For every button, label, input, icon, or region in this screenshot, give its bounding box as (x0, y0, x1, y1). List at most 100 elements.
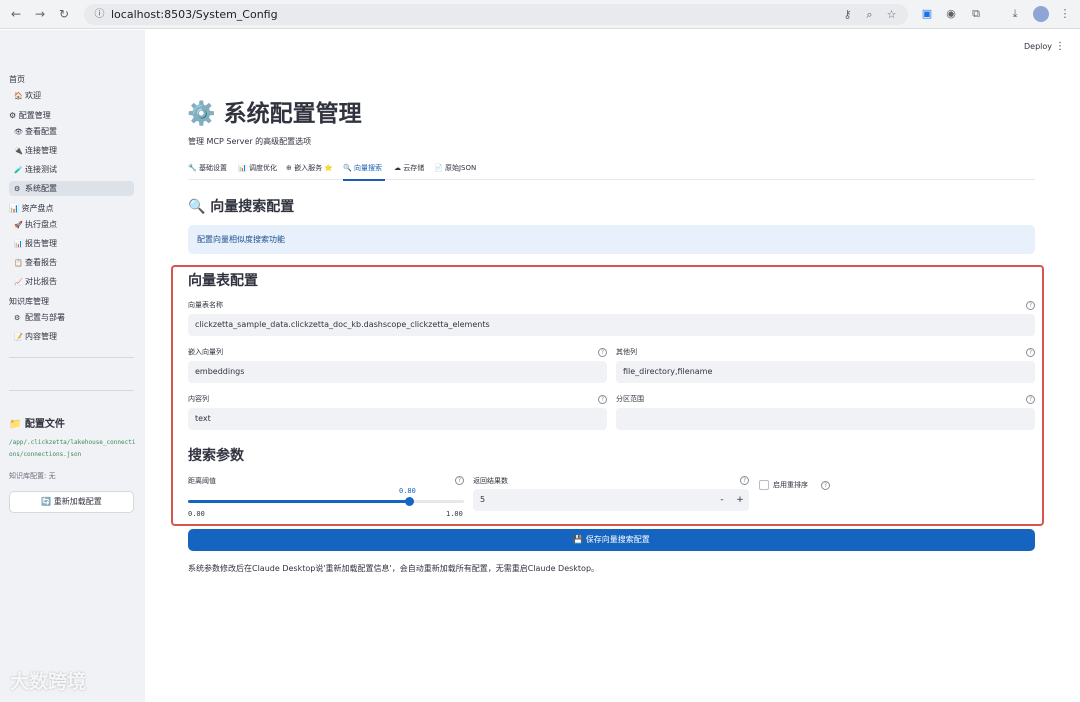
increment-button[interactable]: + (733, 489, 747, 511)
slider-handle[interactable] (405, 497, 414, 506)
help-icon[interactable]: ? (1026, 301, 1035, 310)
tab-scheduling[interactable]: 📊 调度优化 (238, 163, 277, 173)
slider-value: 0.80 (399, 487, 416, 495)
help-icon[interactable]: ? (455, 476, 464, 485)
sidebar-item-connections[interactable]: 🔌 连接管理 (9, 143, 134, 158)
page-title: ⚙️ 系统配置管理 (187, 101, 362, 127)
translate-extension-icon[interactable]: ▣ (919, 6, 935, 22)
eye-icon: 👁 (14, 128, 23, 136)
page-subtitle: 管理 MCP Server 的高级配置选项 (188, 137, 312, 146)
sidebar-item-label: 连接管理 (25, 146, 57, 155)
rerank-checkbox[interactable] (759, 480, 769, 490)
info-callout: 配置向量相似度搜索功能 (188, 225, 1035, 254)
test-tube-icon: 🧪 (14, 166, 23, 174)
extension-icon[interactable]: ◉ (943, 6, 959, 22)
plug-icon: 🔌 (14, 147, 23, 155)
rocket-icon: 🚀 (14, 221, 23, 229)
home-icon: 🏠 (14, 92, 23, 100)
sidebar-item-system-config[interactable]: ⚙ 系统配置 (9, 181, 134, 196)
sidebar-item-label: 欢迎 (25, 91, 41, 100)
sidebar-item-label: 查看配置 (25, 127, 57, 136)
app-menu-icon[interactable]: ⋮ (1055, 41, 1065, 52)
sidebar-item-config-deploy[interactable]: ⚙ 配置与部署 (9, 310, 134, 325)
tab-vector-search[interactable]: 🔍 向量搜索 (343, 163, 382, 173)
distance-threshold-label: 距离阈值 (188, 477, 216, 485)
save-vector-config-button[interactable]: 💾 保存向量搜索配置 (188, 529, 1035, 551)
table-name-label: 向量表名称 (188, 301, 223, 309)
content-column-label: 内容列 (188, 395, 209, 403)
tab-raw-json[interactable]: 📄 原始JSON (434, 163, 476, 173)
sidebar-item-label: 查看报告 (25, 258, 57, 267)
partition-range-label: 分区范围 (616, 395, 644, 403)
site-info-icon[interactable]: ⓘ (92, 7, 107, 22)
table-name-input[interactable]: clickzetta_sample_data.clickzetta_doc_kb… (188, 314, 1035, 336)
tab-basic-settings[interactable]: 🔧 基础设置 (188, 163, 227, 173)
sidebar-item-label: 报告管理 (25, 239, 57, 248)
browser-menu-icon[interactable]: ⋮ (1057, 6, 1073, 22)
sidebar-item-content-management[interactable]: 📝 内容管理 (9, 329, 134, 344)
sidebar-item-label: 连接测试 (25, 165, 57, 174)
help-icon[interactable]: ? (821, 481, 830, 490)
help-icon[interactable]: ? (598, 395, 607, 404)
watermark-logo: 大数跨境 (10, 671, 87, 693)
bar-chart-icon: 📊 (14, 240, 23, 248)
sidebar-item-welcome[interactable]: 🏠 欢迎 (9, 88, 134, 103)
section-title: 🔍 向量搜索配置 (188, 199, 295, 215)
distance-threshold-slider[interactable] (188, 497, 464, 506)
sidebar-item-compare-report[interactable]: 📈 对比报告 (9, 274, 134, 289)
zoom-icon[interactable]: ⌕ (862, 7, 877, 22)
sidebar-item-report-management[interactable]: 📊 报告管理 (9, 236, 134, 251)
config-file-path: /app/.clickzetta/lakehouse_connections/c… (9, 439, 136, 458)
help-icon[interactable]: ? (598, 348, 607, 357)
sidebar-section-config: ⚙ 配置管理 (9, 111, 51, 120)
sidebar-item-view-config[interactable]: 👁 查看配置 (9, 124, 134, 139)
sidebar-item-label: 执行盘点 (25, 220, 57, 229)
password-key-icon[interactable]: ⚷ (840, 7, 855, 22)
bookmark-star-icon[interactable]: ☆ (884, 7, 899, 22)
slider-max-label: 1.00 (446, 510, 463, 518)
sidebar-item-connection-test[interactable]: 🧪 连接测试 (9, 162, 134, 177)
footnote-text: 系统参数修改后在Claude Desktop说'重新加载配置信息'，会自动重新加… (188, 564, 600, 573)
forward-icon[interactable]: → (32, 6, 48, 22)
result-count-value[interactable]: 5 (480, 489, 485, 511)
address-bar[interactable]: ⓘ localhost:8503/System_Config ⚷ ⌕ ☆ (84, 4, 908, 25)
rerank-label[interactable]: 启用重排序 (773, 480, 808, 490)
sidebar-item-view-report[interactable]: 📋 查看报告 (9, 255, 134, 270)
gear-icon: ⚙ (14, 314, 21, 322)
gear-icon: ⚙ (14, 185, 21, 193)
sidebar-item-run-inventory[interactable]: 🚀 执行盘点 (9, 217, 134, 232)
active-tab-indicator (343, 179, 385, 181)
download-icon[interactable]: ⤓ (1007, 6, 1023, 22)
other-columns-input[interactable]: file_directory,filename (616, 361, 1035, 383)
vector-table-heading: 向量表配置 (188, 273, 258, 289)
back-icon[interactable]: ← (8, 6, 24, 22)
content-column-input[interactable]: text (188, 408, 607, 430)
reload-icon[interactable]: ↻ (56, 6, 72, 22)
sidebar-item-label: 系统配置 (25, 184, 57, 193)
sidebar-item-label: 内容管理 (25, 332, 57, 341)
embedding-column-label: 嵌入向量列 (188, 348, 223, 356)
sidebar-divider (9, 390, 134, 391)
memo-icon: 📝 (14, 333, 23, 341)
puzzle-extensions-icon[interactable]: ⧉ (968, 6, 984, 22)
profile-avatar[interactable] (1033, 6, 1049, 22)
tab-cloud-storage[interactable]: ☁ 云存储 (394, 163, 424, 173)
partition-range-input[interactable] (616, 408, 1035, 430)
search-params-heading: 搜索参数 (188, 448, 244, 464)
help-icon[interactable]: ? (1026, 348, 1035, 357)
tab-embedding-service[interactable]: ⊕ 嵌入服务 ⭐ (286, 163, 333, 173)
embedding-column-input[interactable]: embeddings (188, 361, 607, 383)
sidebar-item-label: 配置与部署 (25, 313, 65, 322)
config-file-heading: 📁 配置文件 (9, 419, 65, 430)
url-text[interactable]: localhost:8503/System_Config (111, 7, 278, 22)
trend-chart-icon: 📈 (14, 278, 23, 286)
result-count-stepper[interactable]: 5 - + (473, 489, 749, 511)
deploy-button[interactable]: Deploy (1024, 42, 1052, 51)
sidebar-divider (9, 357, 134, 358)
sidebar-item-label: 对比报告 (25, 277, 57, 286)
help-icon[interactable]: ? (740, 476, 749, 485)
help-icon[interactable]: ? (1026, 395, 1035, 404)
highlight-frame (171, 265, 1044, 526)
reload-config-button[interactable]: 🔄 重新加载配置 (9, 491, 134, 513)
decrement-button[interactable]: - (715, 489, 729, 511)
